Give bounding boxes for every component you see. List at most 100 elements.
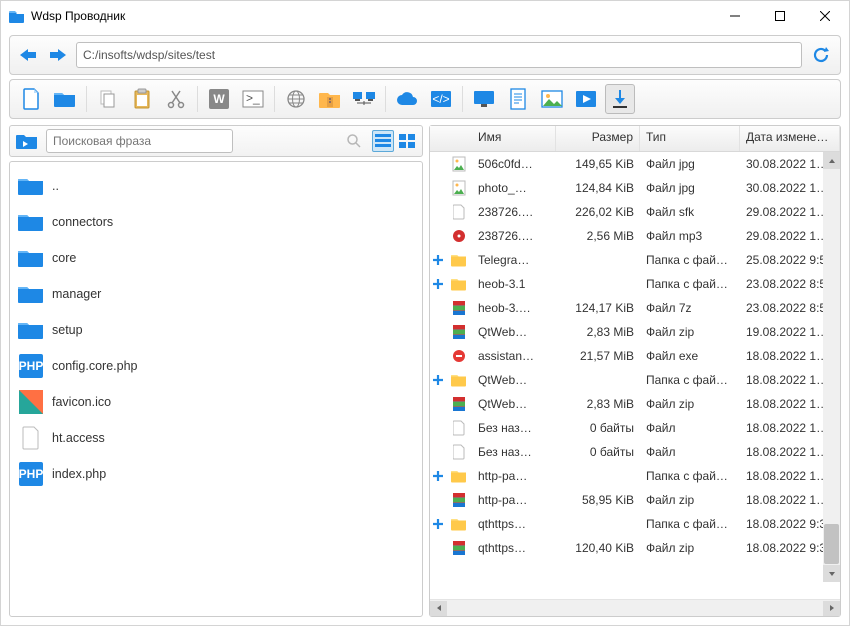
tree-item[interactable]: PHPconfig.core.php xyxy=(14,348,418,384)
network-button[interactable] xyxy=(349,84,379,114)
copy-button[interactable] xyxy=(93,84,123,114)
tree-item[interactable]: manager xyxy=(14,276,418,312)
tree-item[interactable]: ht.access xyxy=(14,420,418,456)
expand-icon[interactable] xyxy=(430,518,446,530)
header-name[interactable]: Имя xyxy=(472,126,556,151)
cell-size: 2,83 MiB xyxy=(556,397,640,411)
cell-type: Файл zip xyxy=(640,325,740,339)
header-type[interactable]: Тип xyxy=(640,126,740,151)
tree-item[interactable]: core xyxy=(14,240,418,276)
cell-size: 124,17 KiB xyxy=(556,301,640,315)
table-row[interactable]: qthttps…Папка с файла…18.08.2022 9:38 xyxy=(430,512,840,536)
tree-item-label: core xyxy=(52,251,76,265)
img-icon xyxy=(446,180,472,196)
table-row[interactable]: QtWeb…2,83 MiBФайл zip19.08.2022 19:19 xyxy=(430,320,840,344)
table-row[interactable]: Telegra…Папка с файла…25.08.2022 9:55 xyxy=(430,248,840,272)
table-row[interactable]: Без наз…0 байтыФайл18.08.2022 13:52 xyxy=(430,416,840,440)
header-size[interactable]: Размер xyxy=(556,126,640,151)
search-icon xyxy=(346,133,362,149)
globe-button[interactable] xyxy=(281,84,311,114)
forward-button[interactable] xyxy=(46,43,70,67)
table-row[interactable]: http-pa…Папка с файла…18.08.2022 10:44 xyxy=(430,464,840,488)
app-folder-icon xyxy=(9,8,25,24)
paste-button[interactable] xyxy=(127,84,157,114)
expand-icon[interactable] xyxy=(430,470,446,482)
expand-icon[interactable] xyxy=(430,278,446,290)
left-column: ..connectors core managersetupPHPconfig.co… xyxy=(9,125,423,617)
cell-type: Папка с файла… xyxy=(640,253,740,267)
table-row[interactable]: qthttps…120,40 KiBФайл zip18.08.2022 9:3… xyxy=(430,536,840,560)
table-row[interactable]: QtWeb…Папка с файла…18.08.2022 16:40 xyxy=(430,368,840,392)
scroll-left-icon[interactable] xyxy=(430,601,447,616)
zip-icon xyxy=(446,324,472,340)
path-input[interactable] xyxy=(76,42,802,68)
close-button[interactable] xyxy=(802,2,847,30)
cut-button[interactable] xyxy=(161,84,191,114)
scroll-up-icon[interactable] xyxy=(823,152,840,169)
archive-button[interactable] xyxy=(315,84,345,114)
tree-item-label: favicon.ico xyxy=(52,395,111,409)
file-icon xyxy=(446,444,472,460)
expand-icon[interactable] xyxy=(430,374,446,386)
header-date[interactable]: Дата изменения xyxy=(740,126,840,151)
view-grid-button[interactable] xyxy=(396,130,418,152)
new-file-button[interactable] xyxy=(16,84,46,114)
new-folder-button[interactable] xyxy=(50,84,80,114)
svg-text:>_: >_ xyxy=(246,91,260,105)
cell-name: 506c0fd… xyxy=(472,157,556,171)
image-button[interactable] xyxy=(537,84,567,114)
table-row[interactable]: Без наз…0 байтыФайл18.08.2022 13:52 xyxy=(430,440,840,464)
tree-item[interactable]: favicon.ico xyxy=(14,384,418,420)
folder-icon xyxy=(18,247,44,269)
search-input[interactable] xyxy=(46,129,233,153)
file-icon xyxy=(18,427,44,449)
zip-icon xyxy=(446,300,472,316)
table-row[interactable]: QtWeb…2,83 MiBФайл zip18.08.2022 16:40 xyxy=(430,392,840,416)
table-row[interactable]: 506c0fd…149,65 KiBФайл jpg30.08.2022 15:… xyxy=(430,152,840,176)
folder-icon xyxy=(18,319,44,341)
horizontal-scrollbar[interactable] xyxy=(430,599,840,616)
cloud-button[interactable] xyxy=(392,84,422,114)
folder-icon xyxy=(446,517,472,531)
minimize-button[interactable] xyxy=(712,2,757,30)
refresh-button[interactable] xyxy=(808,42,834,68)
cell-size: 226,02 KiB xyxy=(556,205,640,219)
code-button[interactable]: </> xyxy=(426,84,456,114)
document-button[interactable] xyxy=(503,84,533,114)
cell-type: Папка с файла… xyxy=(640,517,740,531)
table-row[interactable]: http-pa…58,95 KiBФайл zip18.08.2022 10:4… xyxy=(430,488,840,512)
tree-item[interactable]: PHPindex.php xyxy=(14,456,418,492)
view-list-button[interactable] xyxy=(372,130,394,152)
tree-item[interactable]: .. xyxy=(14,168,418,204)
list-rows[interactable]: 506c0fd…149,65 KiBФайл jpg30.08.2022 15:… xyxy=(430,152,840,599)
vertical-scrollbar[interactable] xyxy=(823,152,840,582)
download-button[interactable] xyxy=(605,84,635,114)
folder-icon xyxy=(18,175,44,197)
cell-size: 58,95 KiB xyxy=(556,493,640,507)
scroll-thumb[interactable] xyxy=(824,524,839,564)
table-row[interactable]: heob-3.1Папка с файла…23.08.2022 8:59 xyxy=(430,272,840,296)
table-row[interactable]: 238726.…2,56 MiBФайл mp329.08.2022 18:50 xyxy=(430,224,840,248)
tree-item[interactable]: setup xyxy=(14,312,418,348)
folder-picker-button[interactable] xyxy=(14,128,40,154)
cell-size: 2,56 MiB xyxy=(556,229,640,243)
scroll-right-icon[interactable] xyxy=(823,601,840,616)
back-button[interactable] xyxy=(16,43,40,67)
folder-icon xyxy=(18,211,44,233)
terminal-button[interactable]: >_ xyxy=(238,84,268,114)
word-button[interactable]: W xyxy=(204,84,234,114)
monitor-button[interactable] xyxy=(469,84,499,114)
maximize-button[interactable] xyxy=(757,2,802,30)
tree-item[interactable]: connectors xyxy=(14,204,418,240)
scroll-down-icon[interactable] xyxy=(823,565,840,582)
table-row[interactable]: heob-3.…124,17 KiBФайл 7z23.08.2022 8:59 xyxy=(430,296,840,320)
expand-icon[interactable] xyxy=(430,254,446,266)
cell-type: Файл exe xyxy=(640,349,740,363)
cell-type: Папка с файла… xyxy=(640,277,740,291)
folder-tree[interactable]: ..connectors core managersetupPHPconfig.co… xyxy=(9,161,423,617)
table-row[interactable]: photo_…124,84 KiBФайл jpg30.08.2022 14:1… xyxy=(430,176,840,200)
table-row[interactable]: 238726.…226,02 KiBФайл sfk29.08.2022 18:… xyxy=(430,200,840,224)
cell-name: Telegra… xyxy=(472,253,556,267)
table-row[interactable]: assistan…21,57 MiBФайл exe18.08.2022 17:… xyxy=(430,344,840,368)
video-button[interactable] xyxy=(571,84,601,114)
